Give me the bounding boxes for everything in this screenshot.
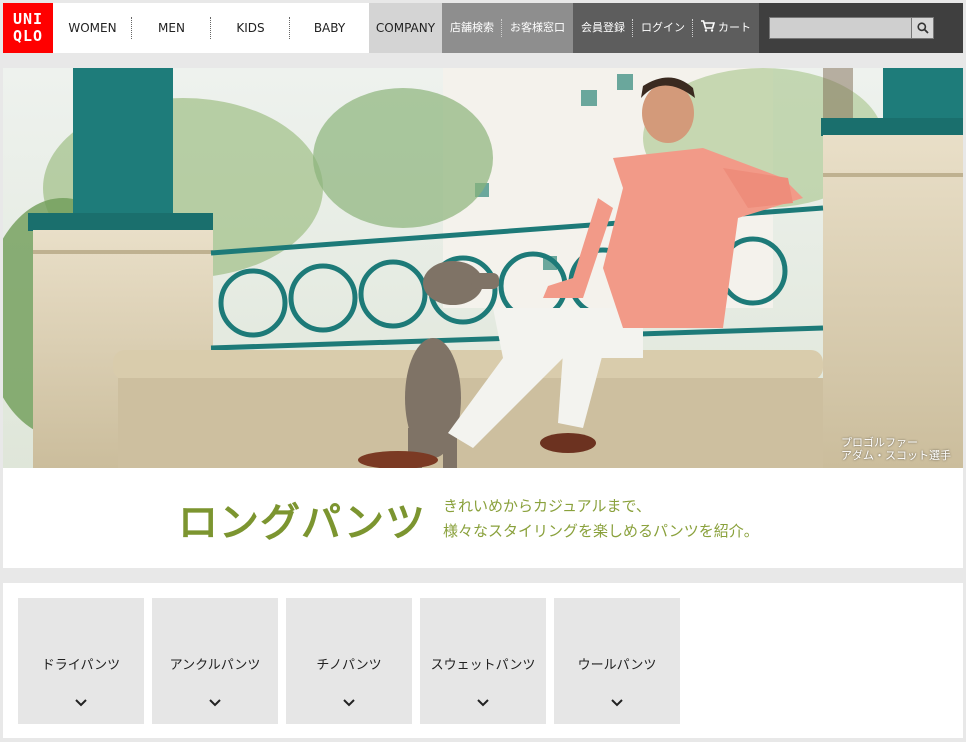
- category-panel: ドライパンツ アンクルパンツ チノパンツ スウェットパンツ ウールパンツ: [3, 583, 963, 738]
- category-label: ウールパンツ: [577, 658, 657, 673]
- chevron-down-icon: [343, 699, 355, 707]
- uniqlo-logo[interactable]: UNI QLO: [3, 3, 53, 53]
- cart-icon: [701, 20, 715, 32]
- page-desc-line1: きれいめからカジュアルまで、: [443, 497, 651, 515]
- title-band: ロングパンツ きれいめからカジュアルまで、 様々なスタイリングを楽しめるパンツを…: [3, 468, 963, 568]
- hero-caption-line2: アダム・スコット選手: [841, 449, 951, 462]
- chevron-down-icon: [209, 699, 221, 707]
- category-label: アンクルパンツ: [169, 658, 261, 673]
- category-tile-dry-pants[interactable]: ドライパンツ: [18, 598, 144, 724]
- cart-link[interactable]: カート: [693, 3, 759, 53]
- cart-label: カート: [718, 21, 751, 34]
- global-header: UNI QLO WOMEN MEN KIDS BABY COMPANY 店舗検索…: [3, 3, 963, 53]
- search-input[interactable]: [769, 17, 912, 39]
- category-label: チノパンツ: [316, 658, 382, 673]
- search-button[interactable]: [912, 17, 934, 39]
- category-tile-wool-pants[interactable]: ウールパンツ: [554, 598, 680, 724]
- hero-caption-line1: プロゴルファー: [841, 436, 918, 449]
- nav-company[interactable]: COMPANY: [369, 3, 442, 53]
- util-group-dark: 会員登録 ログイン カート: [573, 3, 759, 53]
- chevron-down-icon: [477, 699, 489, 707]
- logo-text-top: UNI: [12, 10, 44, 28]
- util-group-light: 店舗検索 お客様窓口: [442, 3, 573, 53]
- category-label: ドライパンツ: [41, 658, 121, 673]
- customer-service-link[interactable]: お客様窓口: [502, 3, 573, 53]
- nav-kids[interactable]: KIDS: [211, 3, 290, 53]
- chevron-down-icon: [611, 699, 623, 707]
- category-tile-chino-pants[interactable]: チノパンツ: [286, 598, 412, 724]
- search-area: [759, 3, 963, 53]
- category-label: スウェットパンツ: [430, 658, 536, 673]
- nav-baby[interactable]: BABY: [290, 3, 369, 53]
- nav-women[interactable]: WOMEN: [53, 3, 132, 53]
- hero-banner[interactable]: プロゴルファー アダム・スコット選手: [3, 68, 963, 468]
- page-title: ロングパンツ: [178, 500, 426, 546]
- hero-photo: [3, 68, 963, 468]
- category-tile-ankle-pants[interactable]: アンクルパンツ: [152, 598, 278, 724]
- store-search-link[interactable]: 店舗検索: [442, 3, 502, 53]
- member-register-link[interactable]: 会員登録: [573, 3, 633, 53]
- hero-caption: プロゴルファー アダム・スコット選手: [841, 436, 951, 462]
- logo-text-bottom: QLO: [12, 27, 44, 45]
- main-nav: WOMEN MEN KIDS BABY: [53, 3, 369, 53]
- search-icon: [916, 22, 929, 34]
- nav-men[interactable]: MEN: [132, 3, 211, 53]
- login-link[interactable]: ログイン: [633, 3, 693, 53]
- chevron-down-icon: [75, 699, 87, 707]
- category-tile-sweat-pants[interactable]: スウェットパンツ: [420, 598, 546, 724]
- page-description: きれいめからカジュアルまで、 様々なスタイリングを楽しめるパンツを紹介。: [443, 494, 759, 544]
- page-desc-line2: 様々なスタイリングを楽しめるパンツを紹介。: [443, 522, 759, 540]
